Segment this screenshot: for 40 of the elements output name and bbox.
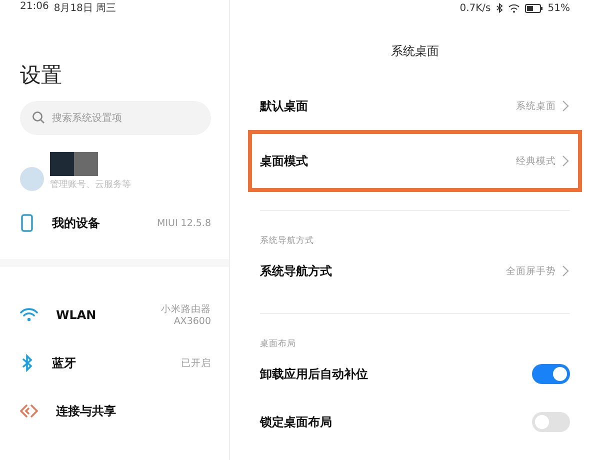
account-subtitle: 管理账号、云服务等: [50, 178, 131, 191]
settings-item[interactable]: 蓝牙 已开启: [20, 339, 211, 387]
wifi-icon: [20, 308, 38, 322]
battery-icon: [524, 4, 543, 12]
avatar[interactable]: [20, 167, 44, 191]
setting-value: 全面屏手势: [506, 264, 556, 278]
status-time: 21:06: [20, 1, 49, 14]
page-title: 系统桌面: [390, 43, 440, 60]
search-field[interactable]: 搜索系统设置项: [20, 101, 211, 135]
phone-icon: [20, 214, 34, 232]
bluetooth-icon: [20, 354, 34, 372]
settings-item[interactable]: 我的设备 MIUI 12.5.8: [20, 199, 211, 247]
toggle-switch[interactable]: [532, 364, 570, 384]
status-date: 8月18日 周三: [54, 2, 116, 15]
chevron-icon: [562, 100, 570, 112]
chevron-icon: [562, 265, 570, 277]
section-header: 系统导航方式: [260, 234, 315, 247]
battery-percent: 51%: [548, 2, 570, 14]
settings-item[interactable]: WLAN 小米路由器 AX3600: [20, 291, 211, 339]
wifi-icon: [508, 4, 520, 12]
toggle-switch[interactable]: [532, 412, 570, 432]
setting-row[interactable]: 系统导航方式 全面屏手势: [260, 247, 570, 295]
bluetooth-icon: [496, 3, 503, 13]
item-value: 小米路由器 AX3600: [161, 303, 211, 327]
settings-item[interactable]: 连接与共享: [20, 387, 211, 435]
setting-row[interactable]: 锁定桌面布局: [260, 398, 570, 446]
setting-value: 系统桌面: [516, 100, 556, 112]
setting-value: 经典模式: [516, 154, 556, 168]
network-speed: 0.7K/s: [460, 2, 491, 14]
highlighted-setting-row[interactable]: 桌面模式 经典模式: [248, 130, 582, 192]
settings-title: 设置: [20, 62, 63, 89]
item-value: MIUI 12.5.8: [157, 218, 211, 228]
share-icon: [20, 403, 38, 419]
setting-row[interactable]: 默认桌面 系统桌面: [260, 82, 570, 130]
blurred-name: [50, 152, 98, 176]
setting-row[interactable]: 卸载应用后自动补位: [260, 350, 570, 398]
chevron-icon: [562, 155, 570, 167]
item-value: 已开启: [181, 356, 211, 370]
section-header: 桌面布局: [260, 338, 297, 350]
search-icon: [32, 111, 45, 124]
